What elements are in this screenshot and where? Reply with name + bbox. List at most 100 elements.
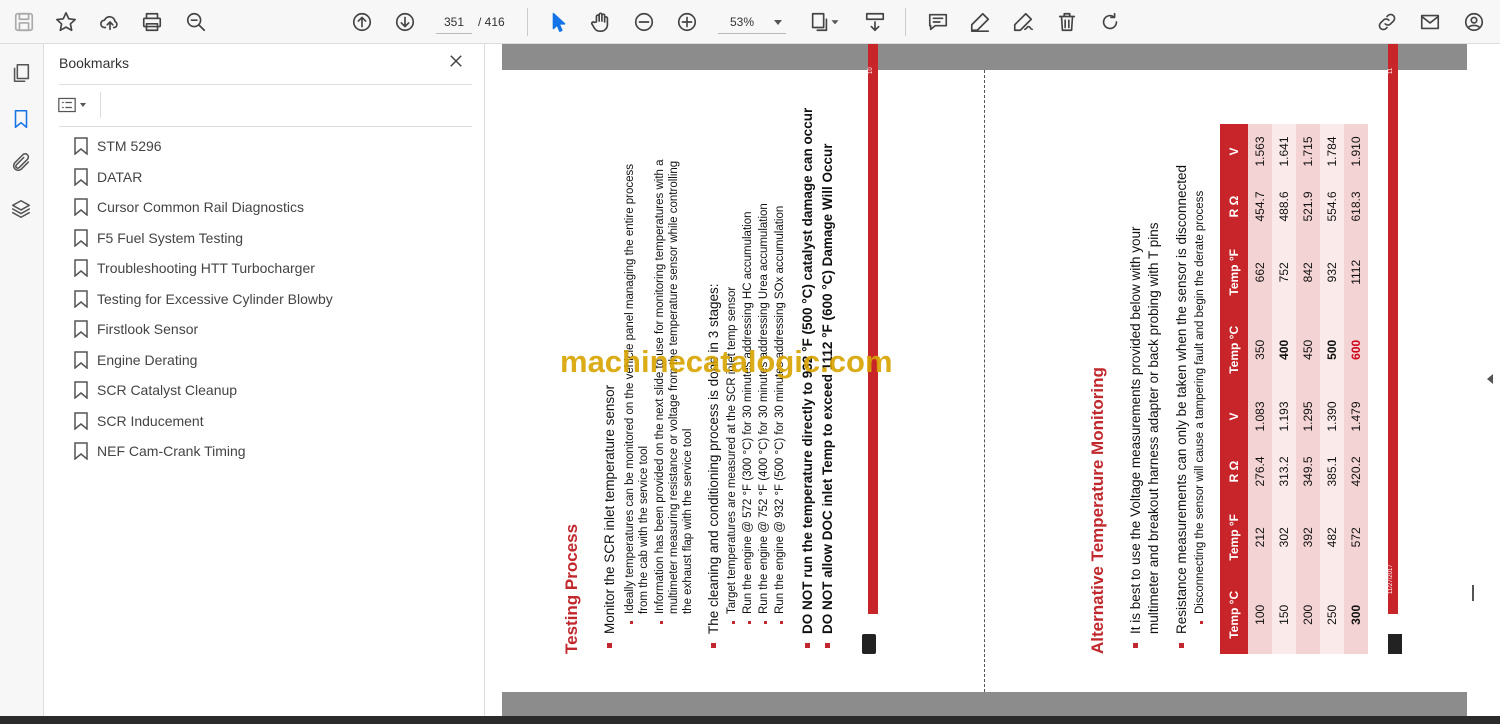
table-cell: 420.2 bbox=[1344, 444, 1368, 499]
slide-text-line: multimeter measuring resistance or volta… bbox=[668, 160, 680, 614]
slide-text-line: multimeter and breakout harness adapter … bbox=[1146, 222, 1161, 634]
share-link-icon[interactable] bbox=[1373, 8, 1401, 36]
comment-icon[interactable] bbox=[924, 8, 952, 36]
bookmark-icon bbox=[74, 442, 88, 460]
bullet bbox=[732, 621, 735, 624]
slide-page-number: 10 bbox=[868, 67, 874, 74]
bullet bbox=[805, 643, 810, 648]
scroll-mode-icon[interactable] bbox=[861, 8, 889, 36]
slide-footer-bar bbox=[1388, 44, 1398, 614]
table-row: 300 572 420.2 1.479 600 1112 618.3 1.910 bbox=[1344, 124, 1368, 654]
zoom-select[interactable]: 53% bbox=[718, 10, 786, 34]
delete-trash-icon[interactable] bbox=[1053, 8, 1081, 36]
table-cell: 662 bbox=[1248, 234, 1272, 311]
print-icon[interactable] bbox=[138, 8, 166, 36]
slide-text-line: Resistance measurements can only be take… bbox=[1174, 164, 1189, 634]
table-header-cell: Temp °F bbox=[1220, 234, 1248, 311]
bookmark-icon bbox=[74, 411, 88, 430]
toolbar-separator bbox=[905, 8, 906, 36]
bookmark-item[interactable]: Firstlook Sensor bbox=[74, 318, 198, 340]
bookmark-panel-icon[interactable] bbox=[8, 106, 34, 132]
bookmark-label: Engine Derating bbox=[97, 351, 198, 368]
table-cell: 450 bbox=[1296, 310, 1320, 390]
bookmark-item[interactable]: SCR Catalyst Cleanup bbox=[74, 379, 237, 401]
table-cell: 500 bbox=[1320, 310, 1344, 390]
bookmark-label: Testing for Excessive Cylinder Blowby bbox=[97, 290, 333, 307]
redo-rotate-icon[interactable] bbox=[1096, 8, 1124, 36]
bookmark-item[interactable]: Testing for Excessive Cylinder Blowby bbox=[74, 288, 333, 310]
select-cursor-icon[interactable] bbox=[545, 8, 573, 36]
slide-page-number: 11 bbox=[1388, 67, 1394, 74]
fit-dropdown-icon[interactable] bbox=[828, 8, 842, 36]
save-icon[interactable] bbox=[10, 8, 38, 36]
email-envelope-icon[interactable] bbox=[1416, 8, 1444, 36]
expand-right-panel-arrow-icon[interactable] bbox=[1487, 374, 1493, 384]
draw-signature-icon[interactable] bbox=[1009, 8, 1037, 36]
bookmark-icon bbox=[74, 320, 88, 338]
table-cell: 200 bbox=[1296, 575, 1320, 654]
zoom-search-icon[interactable] bbox=[182, 8, 210, 36]
bookmark-options-button[interactable] bbox=[58, 93, 96, 117]
slide-text-line: Run the engine @ 572 °F (300 °C) for 30 … bbox=[742, 211, 754, 615]
page-down-icon[interactable] bbox=[391, 8, 419, 36]
table-cell: 1.083 bbox=[1248, 389, 1272, 444]
table-cell: 300 bbox=[1344, 575, 1368, 654]
page-number-input[interactable]: 351 bbox=[436, 10, 472, 34]
options-list-icon bbox=[58, 97, 76, 113]
slide-text-line: Run the engine @ 752 °F (400 °C) for 30 … bbox=[758, 203, 770, 614]
layers-icon[interactable] bbox=[8, 196, 34, 222]
bookmark-item[interactable]: NEF Cam-Crank Timing bbox=[74, 440, 246, 462]
table-cell: 350 bbox=[1248, 310, 1272, 390]
slide-date: 11/27/2017 bbox=[862, 564, 868, 594]
account-icon[interactable] bbox=[1460, 8, 1488, 36]
page-up-icon[interactable] bbox=[348, 8, 376, 36]
bookmark-label: F5 Fuel System Testing bbox=[97, 229, 244, 246]
hand-tool-icon[interactable] bbox=[587, 8, 615, 36]
zoom-out-icon[interactable] bbox=[630, 8, 658, 36]
bullet bbox=[660, 621, 663, 624]
slide-date: 11/27/2017 bbox=[1388, 564, 1394, 594]
page-thumbnails-icon[interactable] bbox=[8, 60, 34, 86]
zoom-in-icon[interactable] bbox=[673, 8, 701, 36]
bookmark-item[interactable]: Troubleshooting HTT Turbocharger bbox=[74, 257, 315, 279]
table-cell: 1112 bbox=[1344, 234, 1368, 311]
bookmark-item[interactable]: SCR Inducement bbox=[74, 410, 204, 432]
bookmark-icon bbox=[74, 137, 88, 155]
bookmark-item[interactable]: STM 5296 bbox=[74, 135, 162, 157]
page-bottom-band bbox=[502, 692, 1467, 716]
bookmark-item[interactable]: DATAR bbox=[74, 166, 142, 188]
close-icon[interactable] bbox=[447, 52, 469, 74]
panel-divider bbox=[59, 84, 472, 85]
bookmark-icon bbox=[74, 167, 88, 186]
bookmark-label: Firstlook Sensor bbox=[97, 321, 199, 337]
bullet bbox=[764, 621, 767, 624]
bullet bbox=[1133, 643, 1138, 648]
star-icon[interactable] bbox=[52, 8, 80, 36]
highlight-pen-icon[interactable] bbox=[966, 8, 994, 36]
zoom-value: 53% bbox=[730, 15, 755, 29]
table-cell: 1.784 bbox=[1320, 124, 1344, 180]
bookmark-item[interactable]: F5 Fuel System Testing bbox=[74, 227, 243, 249]
table-row: 250 482 385.1 1.390 500 932 554.6 1.784 bbox=[1320, 124, 1344, 654]
bookmark-icon bbox=[74, 289, 88, 308]
table-cell: 302 bbox=[1272, 498, 1296, 576]
bullet bbox=[780, 621, 783, 624]
table-cell: 100 bbox=[1248, 575, 1272, 654]
slide-text-line: Monitor the SCR inlet temperature sensor bbox=[602, 384, 617, 634]
slide-text-line: Disconnecting the sensor will cause a ta… bbox=[1194, 190, 1206, 614]
bullet bbox=[607, 643, 612, 648]
toolbar-separator bbox=[527, 8, 528, 36]
bookmark-item[interactable]: Cursor Common Rail Diagnostics bbox=[74, 196, 304, 218]
slide-text-line: the exhaust flap with the service tool bbox=[682, 428, 694, 614]
upload-cloud-icon[interactable] bbox=[96, 8, 124, 36]
page-total: / 416 bbox=[478, 15, 505, 29]
table-cell: 276.4 bbox=[1248, 444, 1272, 499]
bookmark-icon bbox=[74, 198, 88, 216]
bookmark-label: SCR Catalyst Cleanup bbox=[97, 382, 238, 398]
bookmark-label: SCR Inducement bbox=[97, 412, 204, 429]
scroll-indicator[interactable] bbox=[1472, 585, 1474, 601]
bookmark-item[interactable]: Engine Derating bbox=[74, 349, 197, 371]
attachment-paperclip-icon[interactable] bbox=[8, 150, 34, 176]
bullet bbox=[630, 621, 633, 624]
panel-title: Bookmarks bbox=[59, 55, 130, 71]
